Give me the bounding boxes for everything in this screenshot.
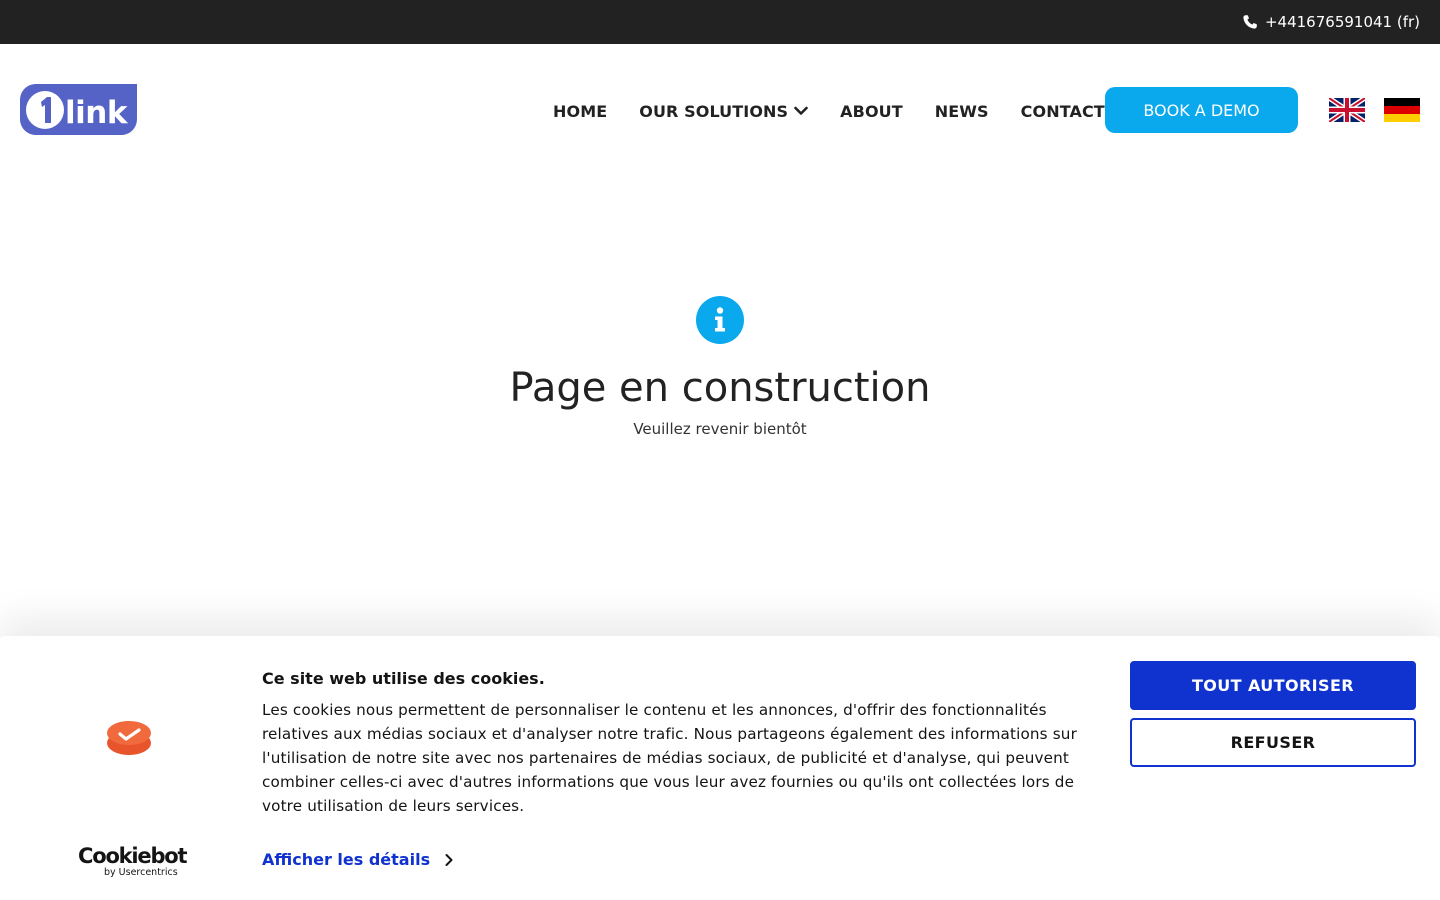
page-title: Page en construction bbox=[509, 365, 931, 411]
phone-link[interactable]: +441676591041 (fr) bbox=[1265, 13, 1420, 31]
nav-news[interactable]: NEWS bbox=[935, 102, 989, 121]
svg-text:link: link bbox=[65, 95, 129, 131]
cookie-body: Les cookies nous permettent de personnal… bbox=[262, 701, 1077, 815]
main-nav: HOME OUR SOLUTIONS ABOUT NEWS CONTACT bbox=[553, 100, 1105, 122]
chevron-down-icon bbox=[794, 104, 808, 118]
uk-flag-icon[interactable] bbox=[1329, 98, 1365, 122]
allow-all-button[interactable]: TOUT AUTORISER bbox=[1130, 661, 1416, 710]
cookie-banner: Cookiebot by Usercentrics Ce site web ut… bbox=[0, 636, 1440, 900]
top-bar: +441676591041 (fr) bbox=[0, 0, 1440, 44]
construction-notice: Page en construction Veuillez revenir bi… bbox=[0, 296, 1440, 438]
nav-our-solutions-label: OUR SOLUTIONS bbox=[639, 101, 789, 121]
nav-home-label: HOME bbox=[553, 101, 608, 121]
nav-home[interactable]: HOME bbox=[553, 102, 607, 121]
cookie-title: Ce site web utilise des cookies. bbox=[262, 669, 545, 688]
refuse-button[interactable]: REFUSER bbox=[1130, 718, 1416, 767]
show-details-label: Afficher les détails bbox=[262, 850, 431, 869]
nav-contact[interactable]: CONTACT bbox=[1021, 102, 1105, 121]
nav-contact-label: CONTACT bbox=[1020, 101, 1105, 121]
nav-about-label: ABOUT bbox=[840, 101, 903, 121]
nav-about[interactable]: ABOUT bbox=[840, 102, 903, 121]
site-header: link HOME OUR SOLUTIONS ABOUT NEWS CONTA… bbox=[0, 44, 1440, 176]
de-flag-icon[interactable] bbox=[1384, 98, 1420, 122]
cookiebot-brand-sub: by Usercentrics bbox=[104, 867, 178, 878]
info-icon bbox=[696, 296, 744, 344]
cookiebot-brand-name: Cookiebot bbox=[78, 844, 188, 868]
page-subtitle: Veuillez revenir bientôt bbox=[633, 420, 807, 438]
phone-icon bbox=[1242, 14, 1258, 30]
show-details-link[interactable]: Afficher les détails bbox=[262, 850, 456, 869]
site-logo[interactable]: link bbox=[20, 84, 138, 135]
chevron-right-icon bbox=[442, 853, 456, 867]
book-demo-button[interactable]: BOOK A DEMO bbox=[1105, 87, 1298, 133]
cookiebot-logo-icon bbox=[106, 720, 152, 756]
nav-news-label: NEWS bbox=[934, 101, 989, 121]
cookiebot-brand[interactable]: Cookiebot by Usercentrics bbox=[78, 844, 188, 884]
nav-our-solutions[interactable]: OUR SOLUTIONS bbox=[639, 102, 808, 121]
